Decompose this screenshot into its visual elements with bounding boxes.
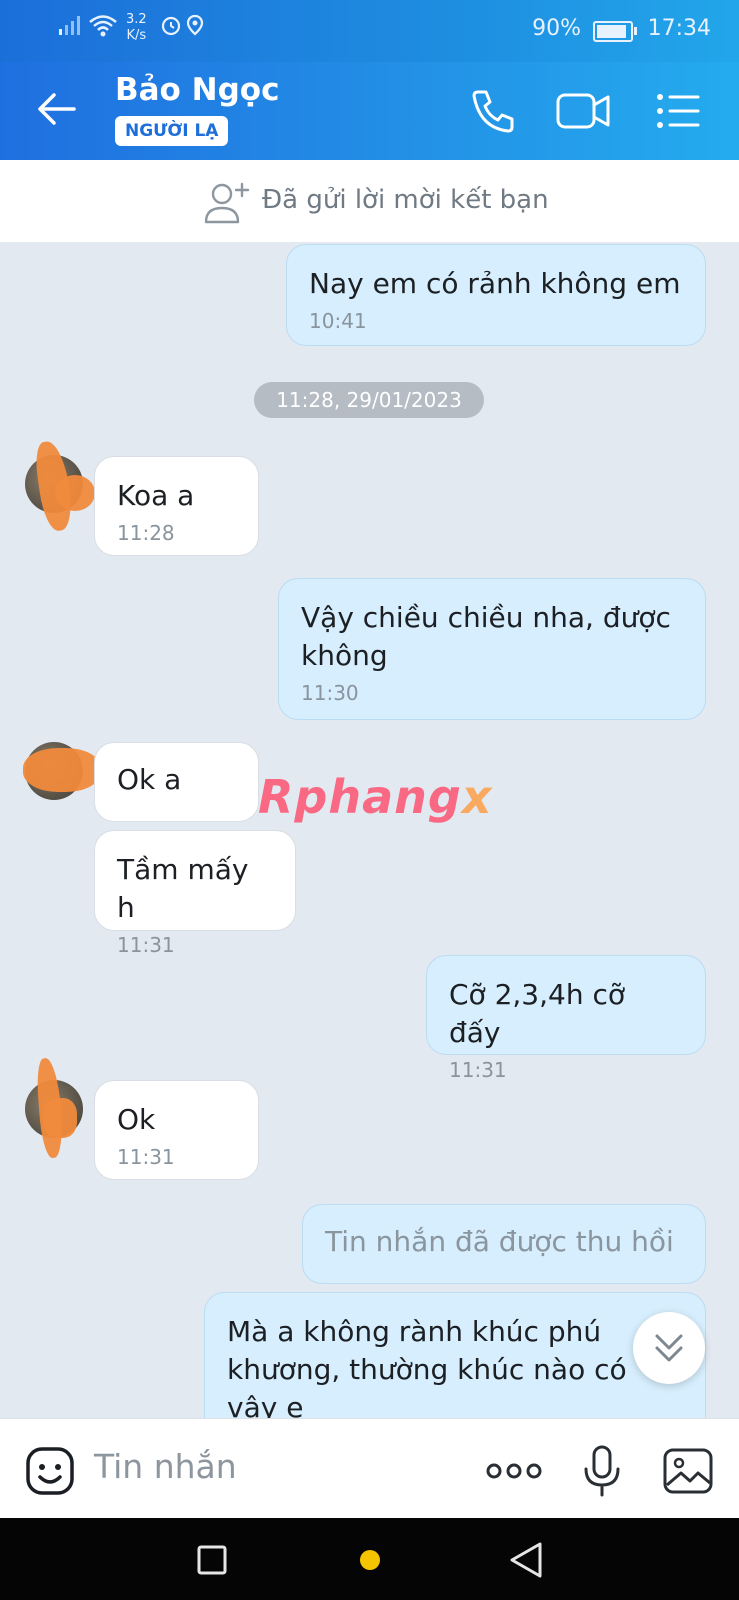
- nav-square-icon[interactable]: [196, 1544, 228, 1580]
- microphone-icon[interactable]: [574, 1443, 630, 1499]
- message-bubble-incoming[interactable]: Tầm mấy h 11:31: [94, 830, 296, 957]
- more-dots-icon[interactable]: [484, 1443, 542, 1499]
- message-text: Tin nhắn đã được thu hồi: [325, 1225, 674, 1258]
- message-bubble-outgoing[interactable]: Vậy chiều chiều nha, được không 11:30: [278, 578, 706, 720]
- date-separator: 11:28, 29/01/2023: [254, 382, 484, 418]
- message-text: Mà a không rành khúc phú khương, thường …: [227, 1315, 627, 1424]
- video-call-icon[interactable]: [554, 84, 610, 138]
- message-text: Vậy chiều chiều nha, được không: [301, 601, 671, 672]
- message-input[interactable]: Tin nhắn: [94, 1447, 237, 1486]
- chat-header: Bảo Ngọc NGƯỜI LẠ: [0, 62, 739, 160]
- friend-request-text: Đã gửi lời mời kết bạn: [262, 185, 549, 215]
- message-text: Ok: [117, 1103, 156, 1136]
- message-bubble-incoming[interactable]: Koa a 11:28: [94, 456, 259, 556]
- phone-icon[interactable]: [466, 84, 520, 138]
- avatar[interactable]: [25, 439, 95, 533]
- status-bar: 3.2 K/s 90% 17:34: [0, 0, 739, 62]
- message-input-bar: Tin nhắn: [0, 1418, 739, 1519]
- menu-list-icon[interactable]: [650, 84, 704, 138]
- message-time: 11:30: [301, 681, 359, 705]
- message-time: 11:28: [117, 521, 175, 545]
- message-bubble-outgoing[interactable]: Cỡ 2,3,4h cỡ đấy 11:31: [426, 955, 706, 1082]
- add-friend-icon: [204, 178, 254, 226]
- friend-request-banner: Đã gửi lời mời kết bạn: [0, 160, 739, 242]
- nav-home-dot-icon[interactable]: [358, 1548, 382, 1576]
- message-text: Cỡ 2,3,4h cỡ đấy: [449, 978, 625, 1049]
- wifi-icon: [88, 14, 118, 44]
- network-speed: 3.2 K/s: [126, 12, 147, 43]
- battery-percent: 90%: [532, 16, 581, 41]
- message-bubble-outgoing[interactable]: Nay em có rảnh không em 10:41: [286, 244, 706, 346]
- location-icon: [186, 14, 204, 42]
- message-text: Koa a: [117, 479, 195, 512]
- stranger-badge: NGƯỜI LẠ: [115, 116, 229, 146]
- avatar[interactable]: [25, 1057, 83, 1159]
- message-time: 11:31: [117, 933, 175, 957]
- message-bubble-incoming[interactable]: Ok 11:31: [94, 1080, 259, 1180]
- signal-icon: [58, 14, 82, 42]
- sticker-icon[interactable]: [22, 1443, 78, 1499]
- message-bubble-incoming[interactable]: Ok a: [94, 742, 259, 822]
- battery-icon: [593, 21, 637, 42]
- watermark: Rphangx: [258, 770, 493, 824]
- message-time: 11:31: [117, 1145, 175, 1169]
- message-text: Ok a: [117, 763, 182, 796]
- clock: 17:34: [647, 16, 711, 41]
- contact-name[interactable]: Bảo Ngọc: [115, 72, 279, 108]
- message-time: 10:41: [309, 309, 367, 333]
- message-time: 11:31: [449, 1058, 507, 1082]
- alarm-icon: [160, 14, 182, 42]
- message-text: Nay em có rảnh không em: [309, 267, 681, 300]
- avatar[interactable]: [23, 742, 101, 800]
- nav-back-triangle-icon[interactable]: [508, 1540, 544, 1584]
- system-nav-bar: [0, 1518, 739, 1600]
- image-icon[interactable]: [660, 1443, 716, 1499]
- back-arrow-icon[interactable]: [34, 86, 80, 132]
- message-text: Tầm mấy h: [117, 853, 249, 924]
- scroll-down-icon[interactable]: [633, 1312, 705, 1384]
- message-bubble-recalled[interactable]: Tin nhắn đã được thu hồi: [302, 1204, 706, 1284]
